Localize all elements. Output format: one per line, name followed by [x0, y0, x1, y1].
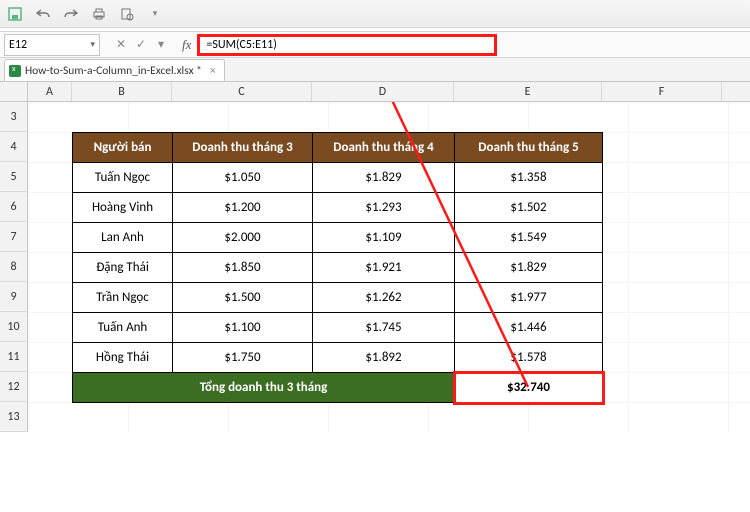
- quick-access-toolbar: ▾: [0, 0, 750, 28]
- formula-text: =SUM(C5:E11): [206, 38, 276, 52]
- row-header[interactable]: 3: [0, 102, 27, 132]
- total-label-cell[interactable]: Tổng doanh thu 3 tháng: [73, 373, 455, 403]
- col-header-C[interactable]: C: [172, 82, 312, 101]
- save-icon[interactable]: [6, 5, 24, 23]
- total-value-cell[interactable]: $32.740: [455, 373, 603, 403]
- column-headers: A B C D E F: [0, 82, 750, 102]
- total-row: Tổng doanh thu 3 tháng $32.740: [73, 373, 603, 403]
- name-box-value: E12: [9, 38, 27, 52]
- row-header[interactable]: 9: [0, 282, 27, 312]
- print-preview-icon[interactable]: [118, 5, 136, 23]
- row-header[interactable]: 5: [0, 162, 27, 192]
- print-icon[interactable]: [90, 5, 108, 23]
- header-cell[interactable]: Doanh thu tháng 3: [173, 133, 313, 163]
- header-cell[interactable]: Doanh thu tháng 5: [455, 133, 603, 163]
- redo-icon[interactable]: [62, 5, 80, 23]
- table-row: Trần Ngọc$1.500$1.262$1.977: [73, 283, 603, 313]
- table-row: Tuấn Ngọc$1.050$1.829$1.358: [73, 163, 603, 193]
- formula-buttons: ✕ ✓ ▾: [114, 37, 168, 52]
- table-row: Lan Anh$2.000$1.109$1.549: [73, 223, 603, 253]
- table-header-row: Người bán Doanh thu tháng 3 Doanh thu th…: [73, 133, 603, 163]
- col-header-B[interactable]: B: [72, 82, 172, 101]
- formula-input[interactable]: =SUM(C5:E11): [197, 34, 497, 56]
- row-header[interactable]: 11: [0, 342, 27, 372]
- cancel-formula-icon[interactable]: ✕: [114, 37, 128, 52]
- table-row: Hoàng Vinh$1.200$1.293$1.502: [73, 193, 603, 223]
- workbook-tab-label: How-to-Sum-a-Column_in-Excel.xlsx *: [25, 64, 202, 78]
- name-box-caret-icon[interactable]: ▾: [90, 39, 95, 50]
- row-header[interactable]: 4: [0, 132, 27, 162]
- col-header-A[interactable]: A: [28, 82, 72, 101]
- row-header[interactable]: 12: [0, 372, 27, 402]
- data-table: Người bán Doanh thu tháng 3 Doanh thu th…: [72, 132, 603, 403]
- workbook-tab-strip: How-to-Sum-a-Column_in-Excel.xlsx * ×: [0, 58, 750, 82]
- row-headers: 3 4 5 6 7 8 9 10 11 12 13: [0, 102, 28, 432]
- name-box[interactable]: E12 ▾: [4, 34, 100, 56]
- formula-bar-row: E12 ▾ ✕ ✓ ▾ fx =SUM(C5:E11): [0, 32, 750, 58]
- workbook-tab[interactable]: How-to-Sum-a-Column_in-Excel.xlsx * ×: [4, 59, 225, 81]
- worksheet[interactable]: A B C D E F 3 4 5 6 7 8 9 10 11 12 13 Ng…: [0, 82, 750, 512]
- fx-label[interactable]: fx: [182, 37, 191, 53]
- row-header[interactable]: 6: [0, 192, 27, 222]
- close-tab-icon[interactable]: ×: [210, 64, 216, 78]
- undo-icon[interactable]: [34, 5, 52, 23]
- col-header-E[interactable]: E: [454, 82, 602, 101]
- formula-dropdown-icon[interactable]: ▾: [154, 37, 168, 52]
- row-header[interactable]: 10: [0, 312, 27, 342]
- excel-file-icon: [9, 65, 21, 77]
- header-cell[interactable]: Doanh thu tháng 4: [313, 133, 455, 163]
- row-header[interactable]: 8: [0, 252, 27, 282]
- select-all-corner[interactable]: [0, 82, 28, 101]
- table-row: Tuấn Anh$1.100$1.745$1.446: [73, 313, 603, 343]
- table-row: Đặng Thái$1.850$1.921$1.829: [73, 253, 603, 283]
- col-header-F[interactable]: F: [602, 82, 722, 101]
- header-cell[interactable]: Người bán: [73, 133, 173, 163]
- row-header[interactable]: 7: [0, 222, 27, 252]
- col-header-D[interactable]: D: [312, 82, 454, 101]
- table-row: Hồng Thái$1.750$1.892$1.578: [73, 343, 603, 373]
- confirm-formula-icon[interactable]: ✓: [134, 37, 148, 52]
- customize-qat-caret-icon[interactable]: ▾: [146, 5, 164, 23]
- row-header[interactable]: 13: [0, 402, 27, 432]
